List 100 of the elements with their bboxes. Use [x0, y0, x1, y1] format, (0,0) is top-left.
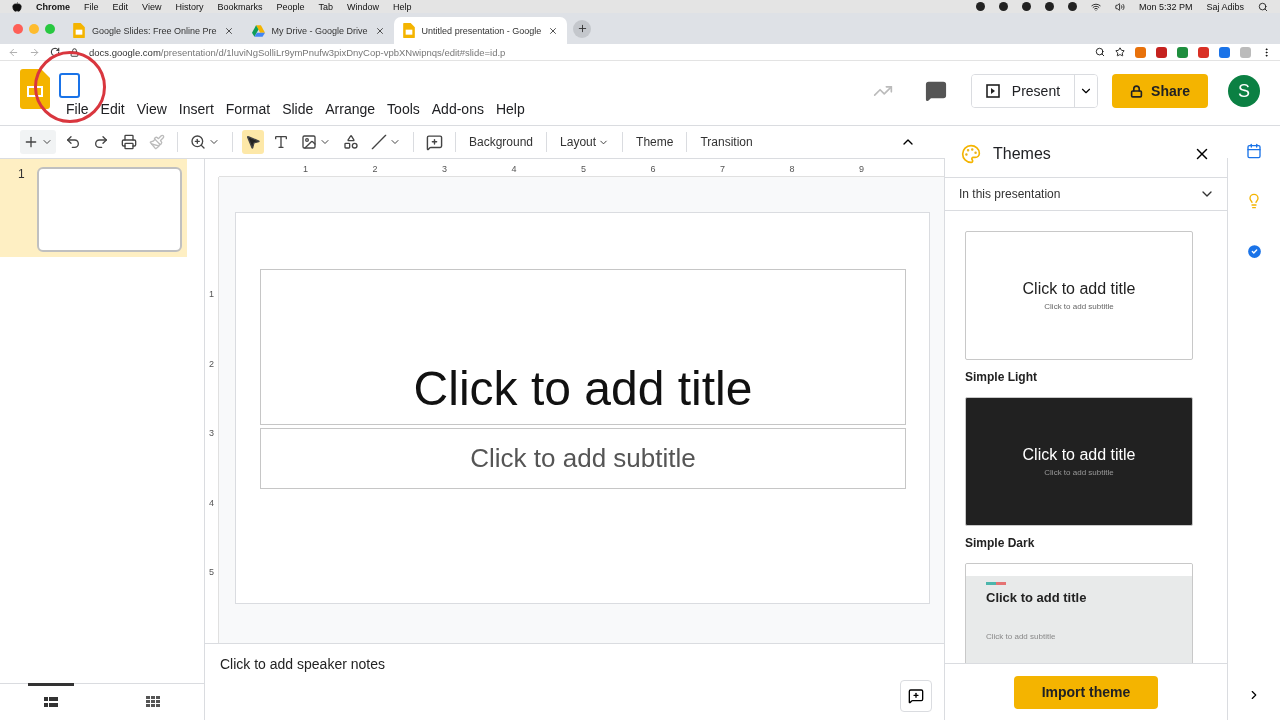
- toolbar-button[interactable]: Transition: [696, 135, 757, 149]
- zoom-icon: [190, 134, 206, 150]
- ruler-number: 3: [208, 428, 215, 440]
- share-button[interactable]: Share: [1112, 74, 1208, 108]
- ruler-number: 2: [372, 163, 379, 174]
- undo-icon: [65, 134, 81, 150]
- clock[interactable]: Mon 5:32 PM: [1138, 1, 1193, 12]
- menu-bar-item[interactable]: Chrome: [36, 1, 70, 12]
- bookmark-star-icon[interactable]: [1115, 47, 1125, 57]
- selected-indicator: [28, 683, 74, 686]
- close-icon[interactable]: [223, 25, 234, 36]
- menu-bar-item[interactable]: History: [175, 1, 204, 12]
- search-icon[interactable]: [1258, 1, 1268, 12]
- calendar-button[interactable]: [1246, 143, 1262, 159]
- status-icon[interactable]: [975, 2, 985, 11]
- menu-item[interactable]: Slide: [276, 101, 320, 117]
- menu-item[interactable]: Help: [489, 101, 531, 117]
- volume-icon[interactable]: [1114, 1, 1125, 12]
- new-slide-button[interactable]: [20, 130, 56, 154]
- select-button[interactable]: [242, 130, 264, 154]
- browser-tab[interactable]: Google Slides: Free Online Pre: [64, 17, 243, 44]
- status-icon[interactable]: [1044, 2, 1054, 11]
- extension-icon[interactable]: [1219, 46, 1230, 58]
- extension-icon[interactable]: [1135, 46, 1146, 58]
- ruler-number: 4: [208, 497, 215, 510]
- menu-item[interactable]: Arrange: [319, 101, 382, 117]
- menu-bar-item[interactable]: Window: [347, 1, 379, 12]
- search-icon[interactable]: [1095, 47, 1105, 57]
- menu-bar-item[interactable]: Edit: [112, 1, 129, 12]
- slide-canvas[interactable]: Click to add title Click to add subtitle: [235, 212, 930, 604]
- import-theme-button[interactable]: Import theme: [1013, 675, 1159, 709]
- url-field[interactable]: docs.google.com/presentation/d/1luviNgSolliLr9ymPnufw3pixDnyCop-vpbXNwipnqs/edit#slide=id.p: [89, 46, 506, 58]
- redo-icon: [93, 134, 109, 150]
- thumbnail-subtitle: Click to add subtitle: [1044, 468, 1114, 477]
- calendar-icon: [1246, 143, 1262, 159]
- paint-roller-icon: [149, 134, 165, 150]
- ruler-number: 1: [208, 289, 215, 301]
- present-button[interactable]: Present: [971, 75, 1076, 107]
- new-tab-button[interactable]: [573, 19, 592, 38]
- add-comment-icon: [426, 133, 443, 151]
- speaker-notes-placeholder[interactable]: Click to add speaker notes: [220, 656, 385, 708]
- menu-bar-item[interactable]: View: [142, 1, 162, 12]
- toolbar-button[interactable]: Layout: [556, 135, 614, 149]
- extension-icon[interactable]: [1177, 46, 1188, 58]
- menu-item[interactable]: Format: [219, 101, 277, 117]
- status-icon[interactable]: [1021, 2, 1031, 11]
- accent-line-icon: [986, 582, 1006, 585]
- tasks-button[interactable]: [1245, 243, 1263, 260]
- toolbar-button[interactable]: Background: [465, 135, 538, 149]
- thumbnail-title: Click to add title: [986, 590, 1088, 605]
- menu-bar-item[interactable]: Tab: [318, 1, 333, 12]
- tab-favicon-icon: [73, 23, 85, 38]
- tab-favicon-icon: [402, 23, 415, 38]
- ruler-number: 7: [720, 163, 726, 174]
- menu-bar-item[interactable]: File: [84, 1, 99, 12]
- comment-icon[interactable]: [924, 80, 947, 102]
- reload-icon[interactable]: [50, 47, 60, 57]
- slide-row[interactable]: 1: [0, 159, 187, 257]
- avatar[interactable]: S: [1228, 75, 1260, 107]
- ruler-number: 3: [442, 163, 448, 174]
- menu-item[interactable]: Edit: [94, 101, 131, 117]
- status-icon[interactable]: [998, 2, 1008, 11]
- close-icon[interactable]: [548, 25, 559, 36]
- title-placeholder[interactable]: Click to add title: [260, 269, 906, 425]
- lock-icon: [1130, 84, 1144, 98]
- menu-bar-item[interactable]: People: [276, 1, 305, 12]
- menu-item[interactable]: File: [60, 101, 95, 117]
- theme-thumbnail[interactable]: Click to add title Click to add subtitle: [965, 231, 1193, 360]
- ruler-number: 4: [511, 163, 518, 174]
- thumbnail-title: Click to add title: [1022, 446, 1136, 464]
- browser-tab[interactable]: My Drive - Google Drive: [242, 17, 394, 44]
- menu-item[interactable]: Tools: [381, 101, 426, 117]
- play-icon: [985, 84, 1000, 98]
- user-name[interactable]: Saj Adibs: [1206, 1, 1244, 12]
- line-icon: [371, 134, 387, 150]
- add-comment-icon: [908, 688, 924, 704]
- theme-thumbnail[interactable]: Click to add title Click to add subtitle: [965, 397, 1193, 526]
- document-icon: [59, 73, 80, 98]
- palette-icon: [961, 144, 981, 164]
- close-icon[interactable]: [374, 25, 385, 36]
- menu-item[interactable]: Add-ons: [425, 101, 490, 117]
- theme-thumbnail[interactable]: Click to add title Click to add subtitle: [965, 563, 1193, 663]
- slide-thumbnail[interactable]: [36, 167, 182, 252]
- ruler-number: 6: [650, 163, 657, 174]
- menu-item[interactable]: View: [130, 101, 173, 117]
- menu-bar-item[interactable]: Help: [393, 1, 412, 12]
- extension-icon[interactable]: [1156, 46, 1167, 58]
- explore-button[interactable]: [900, 680, 932, 712]
- toolbar-button[interactable]: Theme: [632, 135, 678, 149]
- status-icon[interactable]: [1067, 2, 1077, 11]
- extension-icon[interactable]: [1198, 46, 1209, 58]
- text-box-icon: [273, 134, 289, 150]
- ruler-number: 2: [208, 358, 215, 371]
- wifi-icon[interactable]: [1090, 1, 1101, 12]
- menu-bar-item[interactable]: Bookmarks: [217, 1, 263, 12]
- apple-icon[interactable]: [12, 1, 22, 12]
- menu-item[interactable]: Insert: [172, 101, 220, 117]
- slides-logo-icon[interactable]: [20, 69, 50, 109]
- browser-tab[interactable]: Untitled presentation - Google: [393, 17, 568, 44]
- subtitle-placeholder[interactable]: Click to add subtitle: [260, 428, 906, 489]
